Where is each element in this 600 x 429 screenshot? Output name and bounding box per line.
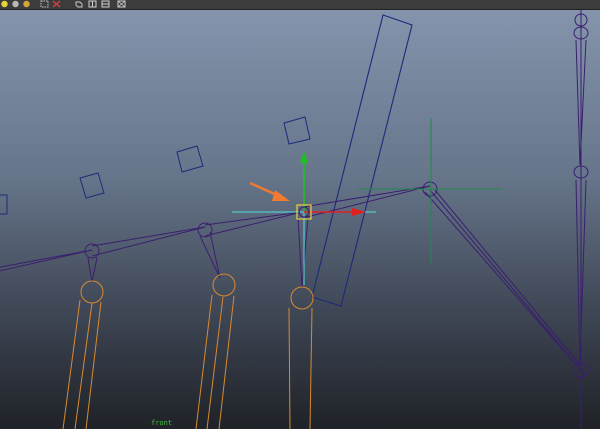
geometry-limb[interactable] [62, 299, 102, 429]
geometry-sphere[interactable] [80, 280, 104, 304]
geometry-sphere[interactable] [212, 273, 236, 297]
joint-bone [434, 189, 581, 366]
joint-bone [424, 189, 586, 376]
panel-icon[interactable] [88, 0, 97, 8]
joint-bone [199, 231, 221, 279]
square-control[interactable] [0, 194, 8, 215]
locator-crosshair[interactable] [358, 118, 502, 264]
cross-box-icon[interactable] [52, 0, 61, 8]
scene-canvas[interactable] [0, 10, 600, 429]
geometry-limb[interactable] [195, 294, 235, 429]
cross-box-icon[interactable] [117, 0, 126, 8]
square-control[interactable] [283, 116, 311, 145]
maya-viewport-window: front [0, 0, 600, 429]
joint-bone [0, 249, 93, 272]
camera-label: front [151, 419, 173, 427]
geometry-sphere[interactable] [290, 286, 314, 310]
panel-icon[interactable] [101, 0, 110, 8]
joint-bone [87, 257, 98, 283]
cube-icon[interactable] [74, 0, 83, 8]
shaded-sphere-icon[interactable] [22, 0, 31, 8]
yellow-sphere-icon[interactable] [0, 0, 9, 8]
joint-bone [204, 211, 303, 237]
dashed-select-icon[interactable] [40, 0, 49, 8]
joint-bone [297, 216, 309, 288]
viewport-toolbar [0, 0, 600, 10]
annotation-arrow [249, 181, 290, 201]
geometry-limb[interactable] [288, 307, 313, 429]
square-control[interactable] [79, 172, 105, 199]
gray-sphere-icon[interactable] [11, 0, 20, 8]
joint[interactable] [197, 222, 213, 238]
ik-handle-rectangle[interactable] [311, 14, 413, 307]
joint-bone [91, 226, 206, 257]
3d-viewport[interactable]: front [0, 10, 600, 429]
joint-bone [302, 185, 431, 219]
square-control[interactable] [176, 145, 204, 173]
